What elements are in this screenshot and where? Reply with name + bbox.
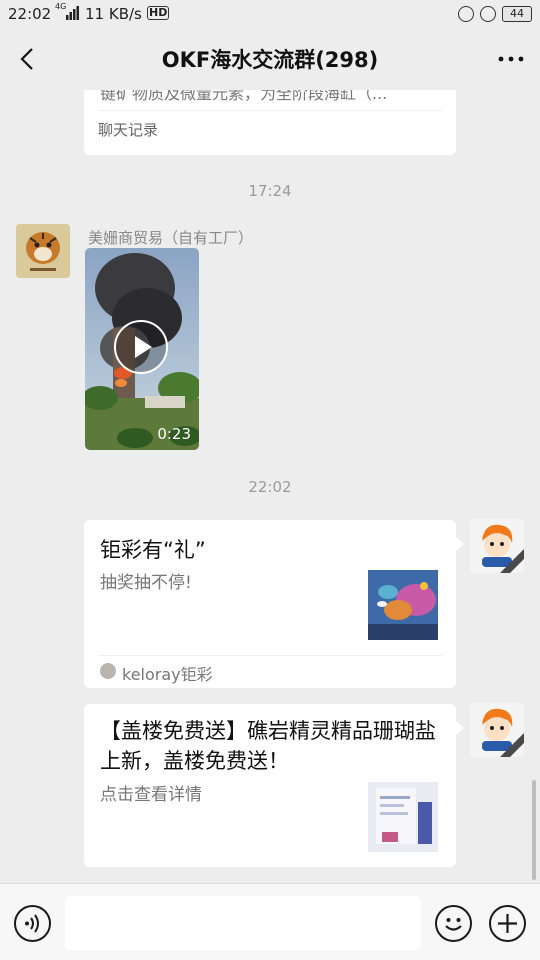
link-description: 抽奖抽不停! — [100, 573, 192, 593]
hd-icon: HD — [147, 6, 170, 20]
emoji-button[interactable] — [435, 905, 472, 942]
battery-icon: 44 — [502, 6, 532, 22]
link-title: 钜彩有“礼” — [100, 538, 206, 562]
link-card[interactable]: 钜彩有“礼” 抽奖抽不停! keloray钜彩 — [84, 520, 456, 688]
divider — [98, 655, 442, 656]
video-message[interactable]: 0:23 — [85, 248, 199, 450]
voice-icon — [25, 914, 39, 933]
lock-rotation-icon — [480, 6, 496, 22]
bubble-tail — [456, 537, 464, 551]
eye-comfort-icon — [458, 6, 474, 22]
link-card[interactable]: 【盖楼免费送】礁岩精灵精品珊瑚盐上新，盖楼免费送！ 点击查看详情 — [84, 704, 456, 867]
timestamp: 17:24 — [248, 182, 292, 200]
scrollbar[interactable] — [532, 780, 536, 880]
link-title: 【盖楼免费送】礁岩精灵精品珊瑚盐上新，盖楼免费送！ — [100, 719, 436, 773]
sender-name: 美姗商贸易（自有工厂） — [88, 229, 254, 247]
avatar[interactable] — [470, 519, 524, 573]
divider — [98, 110, 442, 111]
link-description: 点击查看详情 — [100, 785, 202, 805]
more-icon[interactable] — [496, 46, 526, 72]
link-thumbnail — [368, 570, 438, 640]
video-duration: 0:23 — [157, 425, 191, 443]
user-avatar-icon — [470, 519, 524, 573]
avatar[interactable] — [470, 703, 524, 757]
network-type: 4G — [55, 2, 67, 11]
plus-icon — [498, 914, 517, 933]
signal-icon — [66, 6, 79, 20]
message-input[interactable] — [65, 896, 421, 950]
avatar[interactable] — [16, 224, 70, 278]
status-bar: 22:02 4G 11 KB/s HD 44 — [0, 0, 540, 28]
chat-record-label: 聊天记录 — [98, 121, 159, 139]
source-icon — [100, 663, 116, 679]
tiger-avatar-icon — [16, 224, 70, 278]
voice-button[interactable] — [14, 905, 51, 942]
status-time: 22:02 — [8, 5, 52, 23]
emoji-icon — [445, 918, 462, 931]
play-triangle-icon — [135, 336, 152, 358]
chat-title: OKF海水交流群(298) — [161, 48, 379, 72]
chat-record-card[interactable]: 键矿物质及微量元素，为全阶段海缸（... 聊天记录 — [84, 90, 456, 155]
chat-header: OKF海水交流群(298) — [0, 28, 540, 90]
chat-record-text: 键矿物质及微量元素，为全阶段海缸（... — [100, 90, 388, 103]
link-source: keloray钜彩 — [122, 665, 213, 684]
network-speed: 11 KB/s — [85, 5, 142, 23]
product-thumbnail — [368, 782, 438, 852]
play-icon[interactable] — [114, 320, 168, 374]
aquarium-thumbnail — [368, 570, 438, 640]
plus-button[interactable] — [489, 905, 526, 942]
chat-area[interactable]: 键矿物质及微量元素，为全阶段海缸（... 聊天记录 17:24 美姗商贸易（自有… — [0, 90, 540, 883]
link-thumbnail — [368, 782, 438, 852]
user-avatar-icon — [470, 703, 524, 757]
bubble-tail — [456, 721, 464, 735]
timestamp: 22:02 — [248, 478, 292, 496]
input-bar — [0, 883, 540, 960]
